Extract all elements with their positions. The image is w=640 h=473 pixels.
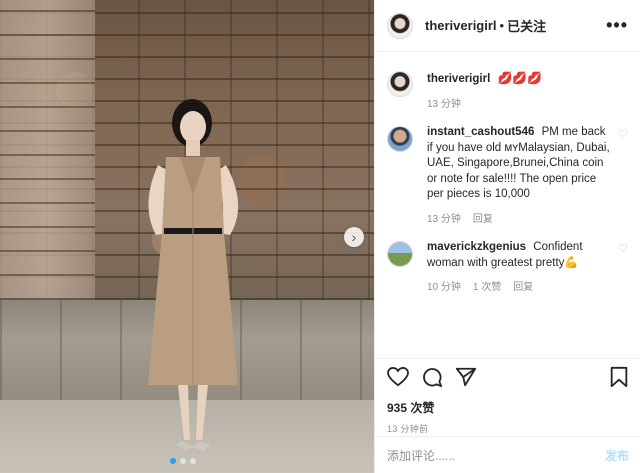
caption-username[interactable]: theriverigirl xyxy=(427,73,490,85)
comment-time: 13 分钟 xyxy=(427,213,461,225)
post-photo[interactable]: › xyxy=(0,0,374,473)
comment-likes[interactable]: 1 次赞 xyxy=(473,281,501,295)
reply-button[interactable]: 回复 xyxy=(473,213,493,227)
post-header: theriverigirl • 已关注 ••• xyxy=(375,0,640,52)
heart-icon[interactable]: ♡ xyxy=(614,242,628,295)
follow-status-button[interactable]: 已关注 xyxy=(507,16,546,35)
carousel-dot xyxy=(180,458,186,464)
caption-row: theriverigirl 💋💋💋 13 分钟 xyxy=(387,70,628,111)
comments-list[interactable]: theriverigirl 💋💋💋 13 分钟 instant_cashout5… xyxy=(375,52,640,359)
reply-button[interactable]: 回复 xyxy=(513,281,533,295)
woman-figure xyxy=(148,99,239,451)
follow-separator: • xyxy=(499,18,505,33)
carousel-dots xyxy=(170,458,196,464)
carousel-dot-active xyxy=(170,458,176,464)
add-comment-bar: 添加评论...... 发布 xyxy=(375,436,640,473)
next-photo-arrow-icon[interactable]: › xyxy=(344,227,364,247)
commenter-avatar[interactable] xyxy=(387,241,413,268)
post-panel: theriverigirl • 已关注 ••• theriverigirl 💋💋… xyxy=(374,0,640,473)
ellipsis-icon[interactable]: ••• xyxy=(606,15,628,36)
comment-time: 10 分钟 xyxy=(427,282,461,294)
comment-row: instant_cashout546 PM me back if you hav… xyxy=(387,125,628,226)
caption-time: 13 分钟 xyxy=(427,98,461,110)
heart-icon[interactable]: ♡ xyxy=(614,127,628,226)
caption-text: 💋💋💋 xyxy=(497,71,543,85)
bookmark-icon[interactable] xyxy=(609,366,629,393)
post-time: 13 分钟前 xyxy=(387,424,429,434)
commenter-avatar[interactable] xyxy=(387,126,413,153)
author-username[interactable]: theriverigirl xyxy=(425,18,497,33)
post-actions: 935 次赞 13 分钟前 xyxy=(375,358,640,435)
commenter-username[interactable]: instant_cashout546 xyxy=(427,126,534,138)
caption-avatar[interactable] xyxy=(387,71,413,97)
comment-row: maverickzkgenius Confident woman with gr… xyxy=(387,240,628,295)
author-avatar[interactable] xyxy=(387,12,413,39)
comment-input[interactable]: 添加评论...... xyxy=(387,447,605,464)
commenter-username[interactable]: maverickzkgenius xyxy=(427,241,526,253)
share-paper-plane-icon[interactable] xyxy=(455,366,477,393)
carousel-dot xyxy=(190,458,196,464)
brick-pillar xyxy=(0,0,95,300)
likes-count[interactable]: 935 次赞 xyxy=(387,399,629,416)
post-comment-button[interactable]: 发布 xyxy=(605,447,629,464)
comment-bubble-icon[interactable] xyxy=(421,366,443,393)
like-heart-icon[interactable] xyxy=(387,366,409,392)
